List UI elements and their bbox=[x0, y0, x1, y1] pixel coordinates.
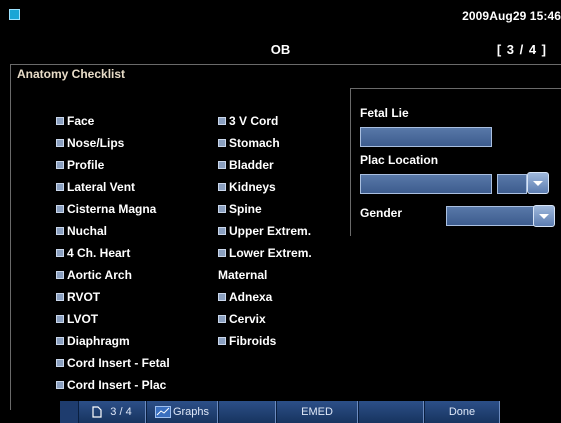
checkbox[interactable] bbox=[56, 248, 64, 257]
checklist-label: Kidneys bbox=[229, 180, 276, 194]
checkbox[interactable] bbox=[218, 204, 226, 213]
plac-location-field[interactable] bbox=[360, 174, 492, 194]
page-icon bbox=[92, 406, 102, 418]
graph-icon bbox=[154, 406, 171, 418]
page-title: OB bbox=[270, 42, 291, 57]
checkbox[interactable] bbox=[56, 182, 64, 191]
plac-location-select[interactable] bbox=[497, 174, 527, 194]
checkbox[interactable] bbox=[218, 336, 226, 345]
checkbox[interactable] bbox=[56, 336, 64, 345]
fetal-lie-label: Fetal Lie bbox=[360, 106, 409, 120]
checklist-item[interactable]: Cisterna Magna bbox=[56, 201, 156, 217]
done-label: Done bbox=[448, 406, 476, 418]
checkbox[interactable] bbox=[56, 270, 64, 279]
checklist-label: Diaphragm bbox=[67, 334, 130, 348]
checkbox[interactable] bbox=[56, 314, 64, 323]
checklist-label: Adnexa bbox=[229, 290, 273, 304]
plac-location-dropdown-button[interactable] bbox=[527, 172, 549, 194]
page-label: 3 / 4 bbox=[110, 406, 132, 418]
graphs-label: Graphs bbox=[172, 406, 210, 418]
checkbox[interactable] bbox=[56, 226, 64, 235]
checklist-item[interactable]: Cervix bbox=[218, 311, 266, 327]
checklist-label: LVOT bbox=[67, 312, 99, 326]
checklist-item[interactable]: 3 V Cord bbox=[218, 113, 278, 129]
system-icon bbox=[9, 9, 20, 20]
checkbox[interactable] bbox=[218, 160, 226, 169]
page-indicator: [ 3 / 4 ] bbox=[496, 42, 547, 57]
checklist-item[interactable]: Nose/Lips bbox=[56, 135, 124, 151]
checklist-item[interactable]: Diaphragm bbox=[56, 333, 130, 349]
checklist-item[interactable]: Profile bbox=[56, 157, 104, 173]
checklist-item[interactable]: Face bbox=[56, 113, 94, 129]
checklist-item[interactable]: Upper Extrem. bbox=[218, 223, 311, 239]
checklist-label: 3 V Cord bbox=[229, 114, 279, 128]
emed-label: EMED bbox=[301, 406, 333, 418]
checkbox[interactable] bbox=[56, 204, 64, 213]
checklist-item[interactable]: Cord Insert - Fetal bbox=[56, 355, 170, 371]
gender-field[interactable] bbox=[446, 206, 536, 226]
checklist-label: Cord Insert - Plac bbox=[67, 378, 167, 392]
checklist-item[interactable]: RVOT bbox=[56, 289, 100, 305]
checklist-item[interactable]: Stomach bbox=[218, 135, 280, 151]
panel-title: Anatomy Checklist bbox=[17, 67, 126, 81]
checklist-item[interactable]: Nuchal bbox=[56, 223, 107, 239]
chevron-down-icon bbox=[539, 213, 549, 219]
chevron-down-icon bbox=[533, 180, 543, 186]
checkbox[interactable] bbox=[56, 138, 64, 147]
plac-location-label: Plac Location bbox=[360, 153, 439, 167]
checkbox[interactable] bbox=[56, 380, 64, 389]
gender-dropdown-button[interactable] bbox=[533, 205, 555, 227]
checkbox[interactable] bbox=[218, 182, 226, 191]
checklist-item[interactable]: Cord Insert - Plac bbox=[56, 377, 166, 393]
checkbox[interactable] bbox=[56, 116, 64, 125]
checkbox[interactable] bbox=[56, 160, 64, 169]
checklist-label: Aortic Arch bbox=[67, 268, 132, 282]
page-button[interactable]: 3 / 4 bbox=[78, 401, 146, 423]
checklist-item[interactable]: Fibroids bbox=[218, 333, 276, 349]
checklist-item[interactable]: LVOT bbox=[56, 311, 98, 327]
checklist-item[interactable]: Lateral Vent bbox=[56, 179, 135, 195]
checklist-label: Cisterna Magna bbox=[67, 202, 157, 216]
gender-label: Gender bbox=[360, 206, 403, 220]
checkbox[interactable] bbox=[218, 226, 226, 235]
checklist-label: 4 Ch. Heart bbox=[67, 246, 131, 260]
checklist-label: Nose/Lips bbox=[67, 136, 125, 150]
checklist-item[interactable]: Spine bbox=[218, 201, 262, 217]
checklist-label: Cord Insert - Fetal bbox=[67, 356, 170, 370]
checklist-item[interactable]: Bladder bbox=[218, 157, 274, 173]
done-button[interactable]: Done bbox=[424, 401, 500, 423]
checkbox[interactable] bbox=[56, 358, 64, 367]
checklist-label: Fibroids bbox=[229, 334, 277, 348]
checklist-label: Lateral Vent bbox=[67, 180, 136, 194]
checklist-item[interactable]: 4 Ch. Heart bbox=[56, 245, 130, 261]
fetal-lie-field[interactable] bbox=[360, 127, 492, 147]
emed-button[interactable]: EMED bbox=[276, 401, 358, 423]
checklist-item[interactable]: Adnexa bbox=[218, 289, 272, 305]
checkbox[interactable] bbox=[218, 248, 226, 257]
softkey-empty-1[interactable] bbox=[218, 401, 276, 423]
checkbox[interactable] bbox=[218, 116, 226, 125]
checklist-label: Lower Extrem. bbox=[229, 246, 312, 260]
checklist-label: Nuchal bbox=[67, 224, 108, 238]
softkey-empty-2[interactable] bbox=[358, 401, 424, 423]
checklist-label: Stomach bbox=[229, 136, 280, 150]
checklist-label: Upper Extrem. bbox=[229, 224, 312, 238]
checklist-item[interactable]: Lower Extrem. bbox=[218, 245, 312, 261]
checklist-item[interactable]: Kidneys bbox=[218, 179, 276, 195]
checkbox[interactable] bbox=[56, 292, 64, 301]
checkbox[interactable] bbox=[218, 314, 226, 323]
maternal-heading: Maternal bbox=[218, 268, 268, 282]
checklist-label: Spine bbox=[229, 202, 262, 216]
checkbox[interactable] bbox=[218, 138, 226, 147]
checklist-label: RVOT bbox=[67, 290, 101, 304]
checkbox[interactable] bbox=[218, 292, 226, 301]
checklist-label: Cervix bbox=[229, 312, 266, 326]
graphs-button[interactable]: Graphs bbox=[146, 401, 218, 423]
datetime: 2009Aug29 15:46 bbox=[462, 9, 561, 23]
checklist-label: Face bbox=[67, 114, 95, 128]
checklist-label: Profile bbox=[67, 158, 105, 172]
checklist-item[interactable]: Aortic Arch bbox=[56, 267, 132, 283]
checklist-label: Bladder bbox=[229, 158, 274, 172]
